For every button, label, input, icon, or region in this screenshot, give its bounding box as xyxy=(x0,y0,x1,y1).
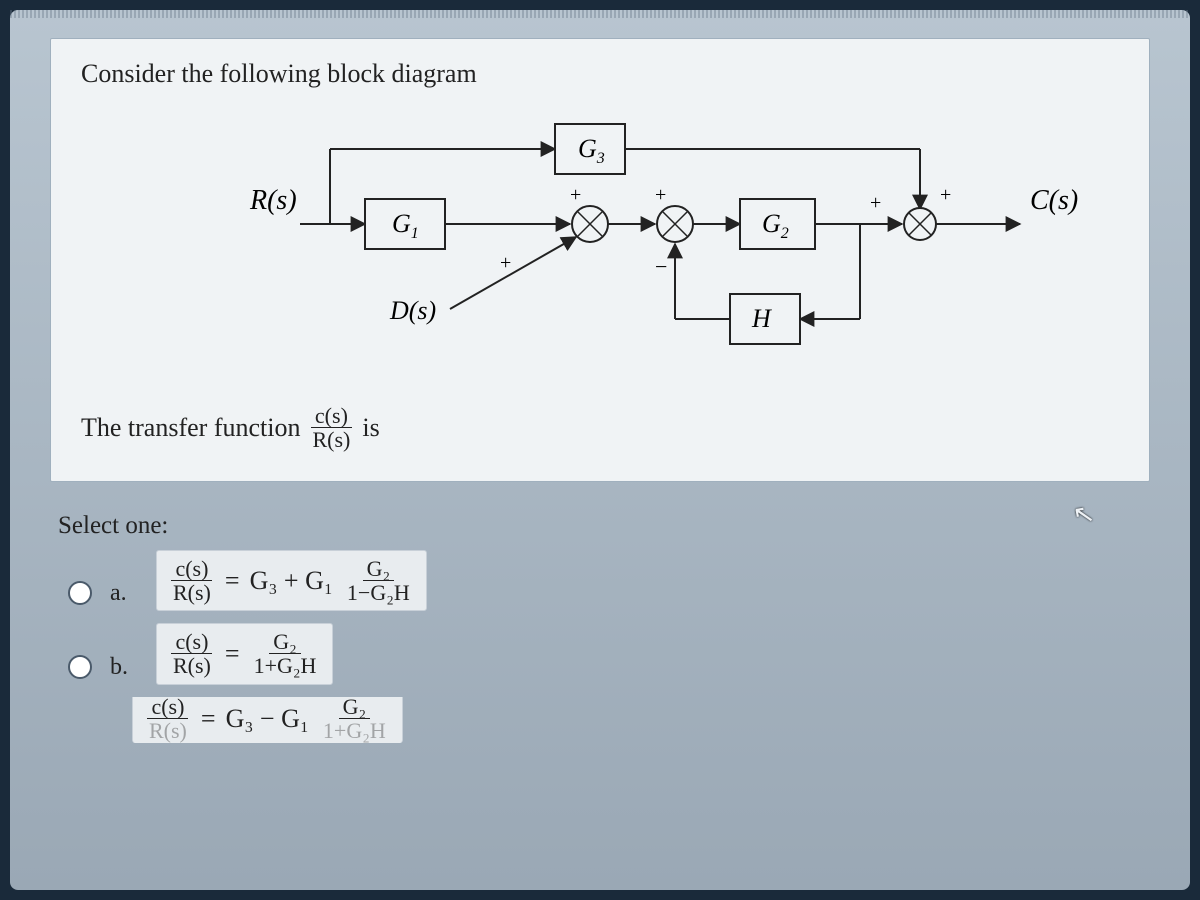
radio-option-a[interactable] xyxy=(68,581,92,605)
screen-photo-frame: Consider the following block diagram R(s… xyxy=(10,10,1190,890)
svg-text:−: − xyxy=(655,254,667,279)
tf-text-post: is xyxy=(362,413,379,443)
option-a-letter: a. xyxy=(110,580,138,607)
option-c-row: c(s) R(s) = G₃ − G₁ G₂ 1+G₂H xyxy=(68,697,1150,743)
mouse-cursor-icon: ↖ xyxy=(1071,498,1098,531)
svg-text:+: + xyxy=(655,184,666,206)
question-card: Consider the following block diagram R(s… xyxy=(50,38,1150,482)
output-label: C(s) xyxy=(1030,185,1078,216)
question-prompt: Consider the following block diagram xyxy=(81,59,1119,89)
moiré-band xyxy=(10,10,1190,18)
svg-text:+: + xyxy=(870,192,881,214)
option-a-row: a. c(s) R(s) = G₃ + G₁ G₂ 1−G₂H xyxy=(68,550,1150,611)
tf-fraction: c(s) R(s) xyxy=(308,404,354,451)
option-a-formula: c(s) R(s) = G₃ + G₁ G₂ 1−G₂H xyxy=(156,550,427,611)
tf-text-pre: The transfer function xyxy=(81,413,300,443)
option-b-letter: b. xyxy=(110,654,138,681)
disturbance-label: D(s) xyxy=(389,296,436,325)
option-b-row: b. c(s) R(s) = G₂ 1+G₂H xyxy=(68,623,1150,684)
sum1-top-sign: + xyxy=(570,184,581,206)
radio-option-b[interactable] xyxy=(68,655,92,679)
block-diagram: R(s) G1 G3 + + D(s) xyxy=(81,109,1119,379)
block-h-label: H xyxy=(751,304,772,333)
option-b-formula: c(s) R(s) = G₂ 1+G₂H xyxy=(156,623,333,684)
select-one-label: Select one: xyxy=(58,512,1150,540)
option-c-formula: c(s) R(s) = G₃ − G₁ G₂ 1+G₂H xyxy=(132,697,403,743)
transfer-function-question: The transfer function c(s) R(s) is xyxy=(81,404,1119,451)
sum1-bottom-sign: + xyxy=(500,252,511,274)
svg-text:+: + xyxy=(940,184,951,206)
input-label: R(s) xyxy=(249,185,297,216)
